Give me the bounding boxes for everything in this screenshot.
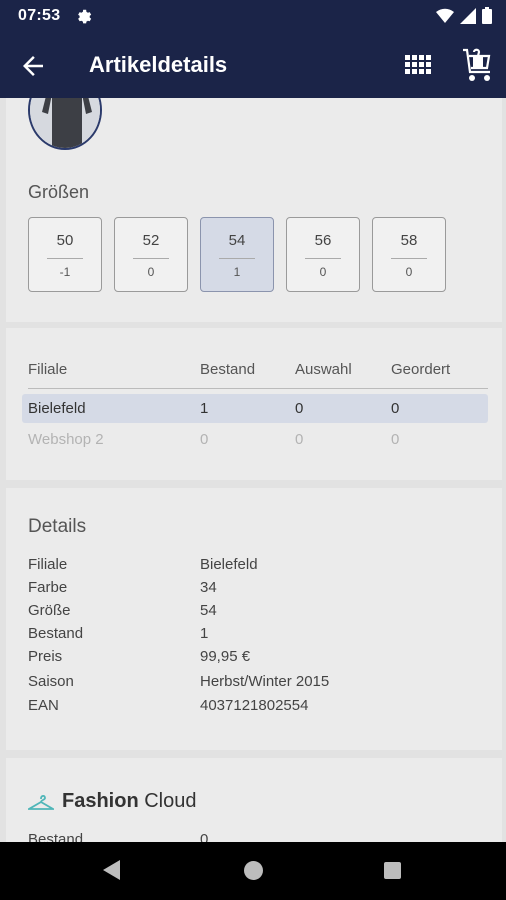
branch-stock-card: Filiale Bestand Auswahl Geordert Bielefe… [6,328,502,480]
brand-name-light: Cloud [144,790,197,812]
cell-bestand: 0 [200,431,209,448]
size-count: 0 [319,265,327,279]
cell-auswahl: 0 [295,431,304,448]
detail-label: EAN [28,697,59,714]
detail-label: Preis [28,648,63,665]
sizes-card: Größen 50 -1 52 0 54 1 56 0 58 0 [6,98,502,322]
column-header-filiale: Filiale [28,361,68,378]
size-option-54[interactable]: 54 1 [200,217,274,292]
detail-value: Bielefeld [200,556,258,573]
detail-value: Herbst/Winter 2015 [200,673,330,690]
fc-detail-row: Bestand 0 [28,831,488,842]
fashion-cloud-card: Fashion Cloud Bestand 0 [6,758,502,842]
divider [133,258,169,259]
divider [47,258,83,259]
brand-name: Fashion Cloud [62,790,197,813]
size-option-50[interactable]: 50 -1 [28,217,102,292]
detail-value: 4037121802554 [200,697,309,714]
detail-value: 0 [200,831,209,842]
column-header-auswahl: Auswahl [295,361,352,378]
product-image [28,98,102,150]
brand-name-bold: Fashion [62,790,139,812]
nav-home-icon[interactable] [244,861,263,880]
grid-icon[interactable] [404,53,432,77]
app-bar: Artikeldetails [0,32,506,98]
table-header: Filiale Bestand Auswahl Geordert [28,361,488,389]
back-arrow-icon[interactable] [18,51,48,81]
details-card: Details Filiale Bielefeld Farbe 34 Größe… [6,488,502,750]
size-count: 1 [233,265,241,279]
cell-auswahl: 0 [295,400,304,417]
detail-label: Farbe [28,579,68,596]
size-count: 0 [147,265,155,279]
gear-icon [78,9,92,24]
detail-label: Filiale [28,556,68,573]
column-header-bestand: Bestand [200,361,256,378]
size-label: 56 [314,232,332,249]
cell-filiale: Webshop 2 [28,431,104,448]
detail-label: Saison [28,673,74,690]
cell-geordert: 0 [391,400,400,417]
size-label: 58 [400,232,418,249]
size-option-58[interactable]: 58 0 [372,217,446,292]
content-area[interactable]: Größen 50 -1 52 0 54 1 56 0 58 0 Filiale… [0,98,506,842]
column-header-geordert: Geordert [391,361,451,378]
status-bar: 07:53 [0,0,506,32]
divider [391,258,427,259]
nav-back-icon[interactable] [102,859,122,881]
cart-icon[interactable] [460,46,494,84]
status-time: 07:53 [18,7,61,24]
hanger-icon [28,794,54,810]
size-option-56[interactable]: 56 0 [286,217,360,292]
signal-icon [460,7,476,24]
size-option-52[interactable]: 52 0 [114,217,188,292]
table-row[interactable]: Webshop 2 0 0 0 [22,425,488,454]
wifi-icon [436,8,454,23]
detail-label: Größe [28,602,71,619]
detail-label: Bestand [28,831,84,842]
detail-value: 99,95 € [200,648,251,665]
details-title: Details [28,516,87,537]
cell-filiale: Bielefeld [28,400,86,417]
detail-value: 34 [200,579,217,596]
detail-label: Bestand [28,625,84,642]
cell-bestand: 1 [200,400,209,417]
size-label: 52 [142,232,160,249]
detail-value: 1 [200,625,209,642]
table-row[interactable]: Bielefeld 1 0 0 [22,394,488,423]
page-title: Artikeldetails [89,52,228,77]
divider [305,258,341,259]
fashion-cloud-logo: Fashion Cloud [28,790,197,813]
detail-value: 54 [200,602,217,619]
nav-recents-icon[interactable] [384,862,401,879]
cell-geordert: 0 [391,431,400,448]
size-selector: 50 -1 52 0 54 1 56 0 58 0 [28,217,446,292]
system-nav-bar [0,842,506,900]
size-label: 50 [56,232,74,249]
divider [219,258,255,259]
sizes-title: Größen [28,182,90,202]
size-count: -1 [59,265,71,279]
battery-icon [482,7,492,24]
size-label: 54 [228,232,246,249]
size-count: 0 [405,265,413,279]
